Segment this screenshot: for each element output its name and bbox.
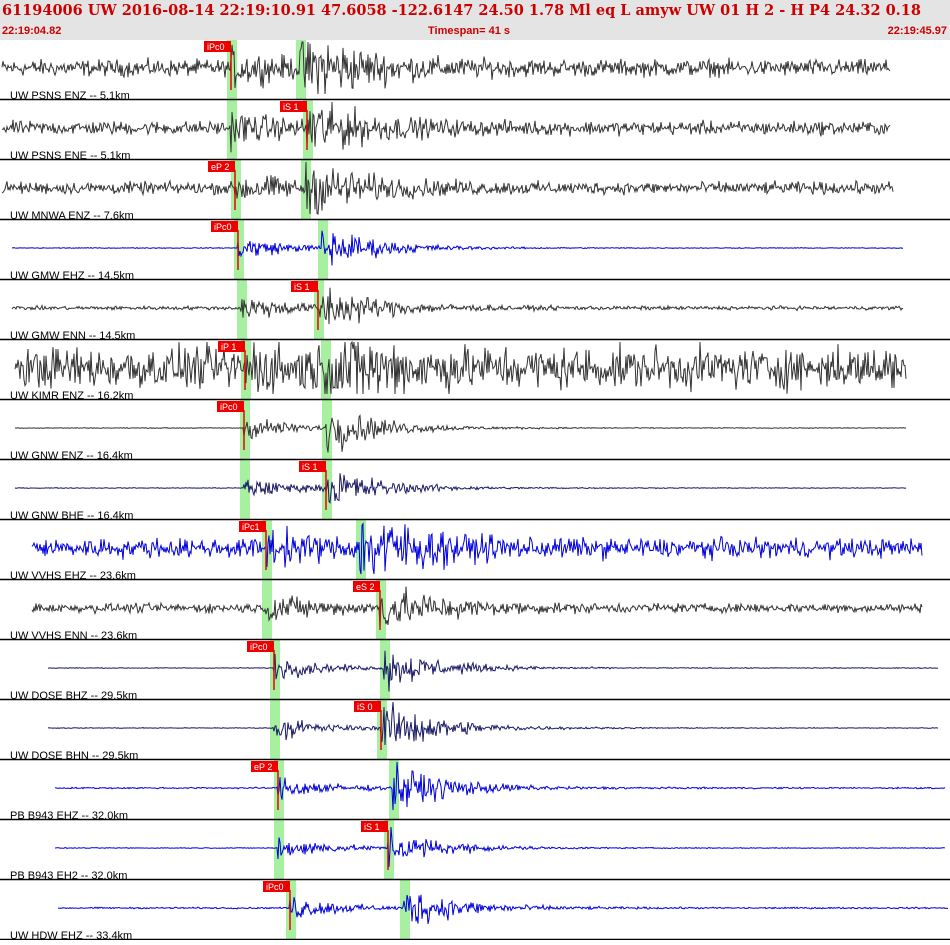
trace-label: UW MNWA ENZ -- 7.6km [10, 210, 134, 222]
trace-label: PB B943 EHZ -- 32.0km [10, 810, 128, 822]
waveform-trace[interactable] [31, 522, 923, 575]
pick-label: iS 1 [302, 462, 318, 472]
trace-label: UW GMW EHZ -- 14.5km [10, 270, 134, 282]
waveform-trace[interactable] [14, 340, 907, 395]
trace-label: UW DOSE BHN -- 29.5km [10, 750, 138, 762]
waveform-trace[interactable] [1, 101, 891, 153]
trace-label: UW GMW ENN -- 14.5km [10, 330, 135, 342]
trace-label: UW PSNS ENE -- 5.1km [10, 150, 130, 162]
waveform-trace[interactable] [11, 287, 904, 325]
waveform-trace[interactable] [54, 826, 946, 867]
header-bar: 61194006 UW 2016-08-14 22:19:10.91 47.60… [0, 0, 950, 40]
trace-label: UW VVHS EHZ -- 23.6km [10, 570, 136, 582]
pick-label: eP 2 [211, 162, 229, 172]
trace-label: UW HDW EHZ -- 33.4km [10, 930, 132, 940]
waveforms [1, 41, 949, 924]
trace-label: UW PSNS ENZ -- 5.1km [10, 90, 130, 102]
pick-label: iS 1 [283, 102, 299, 112]
start-time: 22:19:04.82 [2, 25, 62, 37]
pick-label: eP 2 [254, 762, 272, 772]
waveform-trace[interactable] [12, 230, 904, 266]
waveform-trace[interactable] [1, 41, 891, 95]
trace-label: PB B943 EH2 -- 32.0km [10, 870, 127, 882]
waveform-trace[interactable] [31, 586, 923, 628]
waveform-trace[interactable] [14, 414, 907, 453]
trace-label: UW KIMR ENZ -- 16.2km [10, 390, 133, 402]
waveform-trace[interactable] [1, 161, 894, 215]
end-time: 22:19:45.97 [887, 25, 947, 37]
pick-label: iPc0 [220, 402, 238, 412]
trace-label: UW VVHS ENN -- 23.6km [10, 630, 137, 642]
waveform-trace[interactable] [57, 894, 949, 924]
phase-band [237, 280, 247, 340]
pick-label: iS 1 [364, 822, 380, 832]
pick-label: iS 0 [357, 702, 373, 712]
event-title: 61194006 UW 2016-08-14 22:19:10.91 47.60… [2, 2, 921, 19]
pick-label: iP 1 [221, 342, 236, 352]
pick-label: iS 1 [294, 282, 310, 292]
seismogram-panel[interactable]: iPc0 iS 1 eP 2 iPc0 iS 1 iP 1 iPc0 iS 1 iPc1 eS 2… [0, 40, 950, 942]
trace-label: UW GNW ENZ -- 16.4km [10, 450, 133, 462]
timespan-label: Timespan= 41 s [428, 25, 511, 37]
pick-label: iPc0 [266, 882, 284, 892]
pick-label: iPc0 [250, 642, 268, 652]
pick-label: iPc0 [214, 222, 232, 232]
pick-label: iPc1 [242, 522, 260, 532]
phase-band [274, 820, 284, 880]
trace-label: UW DOSE BHZ -- 29.5km [10, 690, 137, 702]
row-separators [0, 98, 950, 941]
seismogram-svg[interactable]: iPc0 iS 1 eP 2 iPc0 iS 1 iP 1 iPc0 iS 1 iPc1 eS 2… [0, 40, 950, 942]
waveform-trace[interactable] [47, 701, 939, 746]
waveform-trace[interactable] [48, 650, 939, 692]
trace-label: UW GNW BHE -- 16.4km [10, 510, 133, 522]
pick-label: eS 2 [356, 582, 375, 592]
trace-labels: UW PSNS ENZ -- 5.1km UW PSNS ENE -- 5.1km… [10, 90, 138, 942]
pick-label: iPc0 [207, 42, 225, 52]
waveform-trace[interactable] [54, 761, 946, 811]
waveform-trace[interactable] [14, 473, 907, 504]
